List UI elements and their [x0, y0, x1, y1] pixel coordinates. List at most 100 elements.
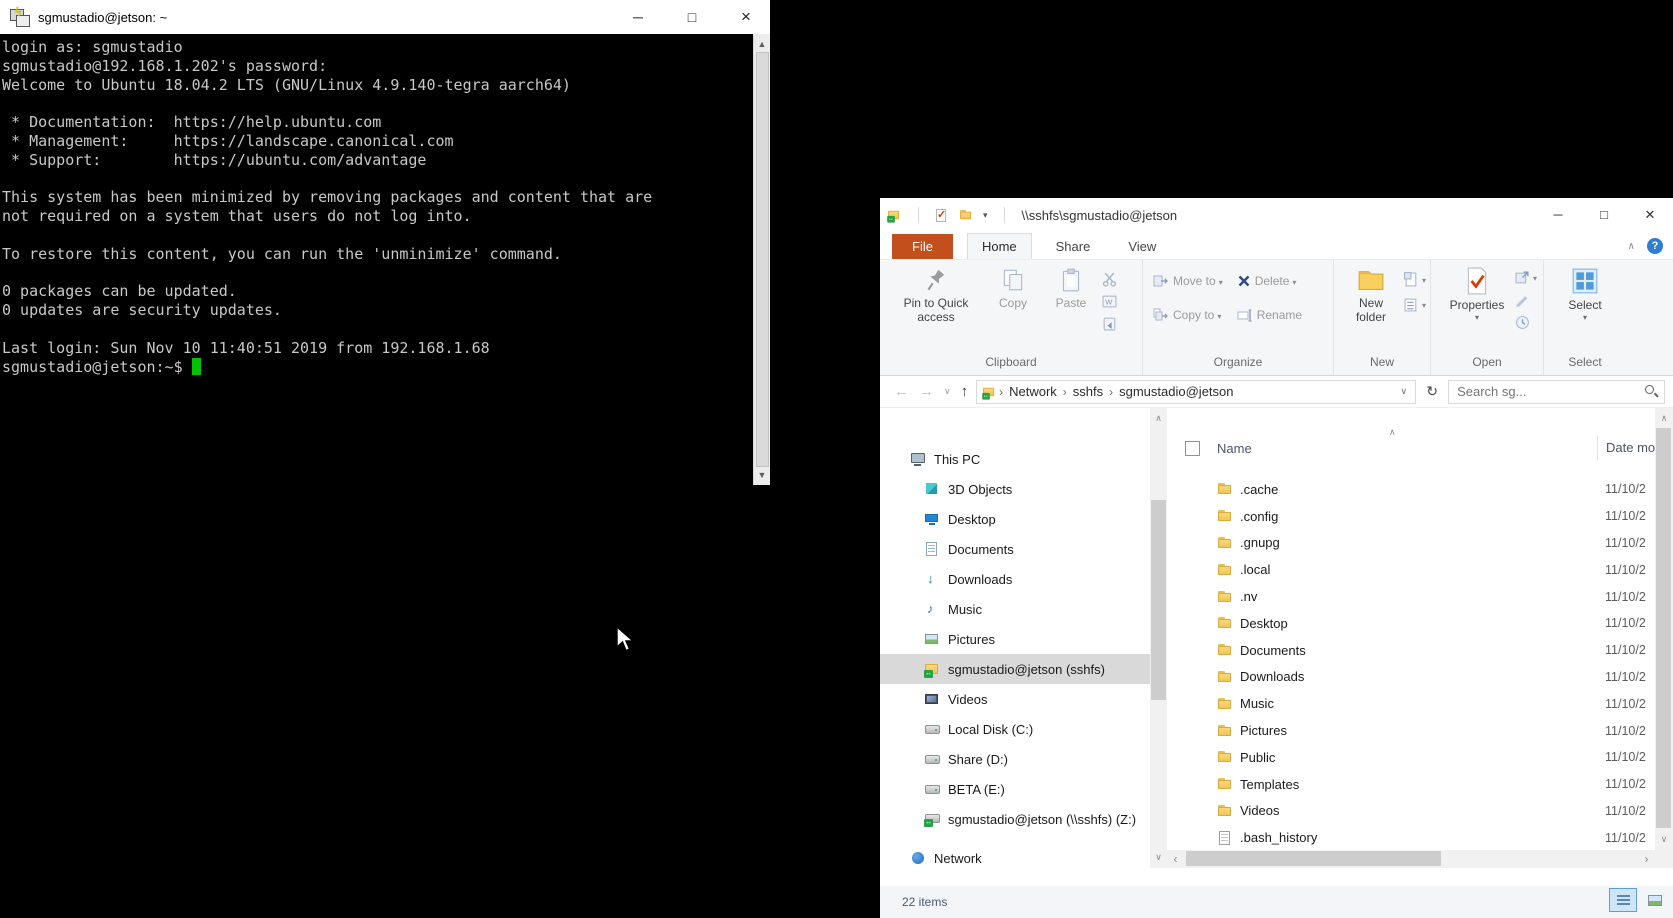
- file-row[interactable]: .nv 11/10/2: [1167, 583, 1655, 610]
- breadcrumb-segment[interactable]: Network: [997, 383, 1061, 401]
- breadcrumb-item[interactable]: sshfs: [1069, 384, 1107, 399]
- file-row[interactable]: Public 11/10/2: [1167, 744, 1655, 771]
- sidebar-item[interactable]: Local Disk (C:): [880, 714, 1150, 744]
- file-row[interactable]: Videos 11/10/2: [1167, 798, 1655, 825]
- horizontal-scrollbar[interactable]: ‹ ›: [1167, 850, 1655, 868]
- file-list-scrollbar[interactable]: ∧ ∨: [1655, 408, 1673, 868]
- scroll-up-icon[interactable]: ∧: [1655, 410, 1673, 427]
- cut-icon[interactable]: [1102, 272, 1117, 287]
- sidebar-item[interactable]: Music: [880, 594, 1150, 624]
- sidebar-scrollbar[interactable]: ∧ ∨: [1150, 408, 1167, 868]
- close-button[interactable]: ×: [736, 0, 756, 34]
- select-dropdown-icon[interactable]: ▾: [1583, 313, 1587, 322]
- edit-icon[interactable]: [1515, 293, 1530, 308]
- sidebar-item[interactable]: sgmustadio@jetson (sshfs): [880, 654, 1150, 684]
- sidebar-item[interactable]: Videos: [880, 684, 1150, 714]
- address-dropdown-icon[interactable]: ∨: [1397, 386, 1412, 397]
- scroll-up-icon[interactable]: ▲: [754, 36, 770, 52]
- sidebar-item[interactable]: Network: [880, 843, 1150, 868]
- address-bar[interactable]: Network sshfs sgmustadio@jetson ∨: [976, 380, 1416, 404]
- minimize-button[interactable]: ─: [628, 0, 648, 34]
- tab-file[interactable]: File: [892, 234, 953, 259]
- thumbnails-view-button[interactable]: [1641, 888, 1669, 912]
- recent-locations-icon[interactable]: ∨: [944, 386, 951, 397]
- sidebar-item[interactable]: sgmustadio@jetson (\\sshfs) (Z:): [880, 804, 1150, 834]
- scroll-right-icon[interactable]: ›: [1638, 852, 1655, 866]
- breadcrumb-item[interactable]: Network: [1005, 384, 1061, 399]
- collapse-ribbon-icon[interactable]: ∧: [1628, 241, 1635, 252]
- details-view-button[interactable]: [1609, 888, 1637, 912]
- file-row[interactable]: .local 11/10/2: [1167, 556, 1655, 583]
- sort-ascending-icon[interactable]: ∧: [1389, 427, 1396, 438]
- terminal-scrollbar[interactable]: ▲ ▼: [753, 34, 770, 485]
- breadcrumb-item[interactable]: sgmustadio@jetson: [1115, 384, 1237, 399]
- copy-button[interactable]: Copy: [984, 264, 1042, 313]
- copy-path-icon[interactable]: W: [1102, 294, 1117, 309]
- sidebar-item[interactable]: This PC: [880, 444, 1150, 474]
- sidebar-item[interactable]: Share (D:): [880, 744, 1150, 774]
- help-icon[interactable]: ?: [1647, 238, 1663, 254]
- breadcrumb-segment[interactable]: sgmustadio@jetson: [1107, 383, 1237, 401]
- putty-titlebar[interactable]: ϟ sgmustadio@jetson: ~ ─ □ ×: [0, 0, 770, 34]
- column-header-name[interactable]: Name: [1217, 441, 1252, 456]
- new-folder-button[interactable]: New folder: [1340, 264, 1402, 327]
- file-row[interactable]: Music 11/10/2: [1167, 690, 1655, 717]
- sidebar-item[interactable]: BETA (E:): [880, 774, 1150, 804]
- tab-share[interactable]: Share: [1042, 234, 1105, 259]
- qat-properties-icon[interactable]: [935, 208, 949, 223]
- open-button[interactable]: [1515, 268, 1537, 286]
- scroll-down-icon[interactable]: ∨: [1150, 849, 1167, 866]
- file-row[interactable]: .cache 11/10/2: [1167, 476, 1655, 503]
- search-input[interactable]: [1455, 383, 1645, 400]
- search-box[interactable]: [1448, 380, 1665, 404]
- file-row[interactable]: Documents 11/10/2: [1167, 637, 1655, 664]
- tab-home[interactable]: Home: [967, 233, 1032, 259]
- paste-shortcut-icon[interactable]: [1102, 316, 1117, 331]
- easy-access-button[interactable]: [1404, 295, 1426, 313]
- close-button[interactable]: ✕: [1627, 198, 1673, 232]
- qat-new-folder-icon[interactable]: [959, 208, 973, 222]
- select-all-checkbox[interactable]: [1185, 441, 1200, 456]
- file-row[interactable]: .gnupg 11/10/2: [1167, 530, 1655, 557]
- maximize-button[interactable]: □: [1581, 198, 1627, 232]
- refresh-icon[interactable]: ↻: [1419, 383, 1445, 400]
- sidebar-item[interactable]: 3D Objects: [880, 474, 1150, 504]
- sidebar-item[interactable]: Documents: [880, 534, 1150, 564]
- back-icon[interactable]: ←: [894, 383, 909, 400]
- maximize-button[interactable]: □: [682, 0, 702, 34]
- terminal-output[interactable]: login as: sgmustadio sgmustadio@192.168.…: [0, 34, 753, 485]
- file-row[interactable]: Templates 11/10/2: [1167, 771, 1655, 798]
- scroll-left-icon[interactable]: ‹: [1167, 852, 1184, 866]
- move-to-button[interactable]: Move to: [1153, 270, 1223, 292]
- properties-button[interactable]: Properties ▾: [1441, 264, 1513, 325]
- forward-icon[interactable]: →: [919, 383, 934, 400]
- rename-button[interactable]: Rename: [1237, 304, 1302, 326]
- file-row[interactable]: .config 11/10/2: [1167, 503, 1655, 530]
- file-row[interactable]: Desktop 11/10/2: [1167, 610, 1655, 637]
- scroll-down-icon[interactable]: ▼: [754, 467, 770, 483]
- delete-button[interactable]: Delete: [1237, 270, 1302, 292]
- sidebar-item[interactable]: Desktop: [880, 504, 1150, 534]
- scrollbar-thumb[interactable]: [1186, 851, 1441, 866]
- pin-to-quick-access-button[interactable]: Pin to Quick access: [888, 264, 984, 327]
- search-icon[interactable]: [1645, 385, 1658, 398]
- history-icon[interactable]: [1515, 315, 1530, 330]
- tab-view[interactable]: View: [1114, 234, 1170, 259]
- scrollbar-thumb[interactable]: [756, 52, 769, 467]
- paste-button[interactable]: Paste: [1042, 264, 1100, 313]
- breadcrumb-segment[interactable]: sshfs: [1061, 383, 1107, 401]
- scroll-up-icon[interactable]: ∧: [1150, 410, 1167, 427]
- up-icon[interactable]: ↑: [961, 383, 969, 400]
- qat-customize-icon[interactable]: ▾: [983, 210, 988, 221]
- sidebar-item[interactable]: Downloads: [880, 564, 1150, 594]
- scrollbar-thumb[interactable]: [1656, 428, 1671, 828]
- new-item-button[interactable]: [1404, 270, 1426, 288]
- file-row[interactable]: .bash_history 11/10/2: [1167, 824, 1655, 851]
- file-row[interactable]: Pictures 11/10/2: [1167, 717, 1655, 744]
- minimize-button[interactable]: ─: [1535, 198, 1581, 232]
- explorer-titlebar[interactable]: ▾ \\sshfs\sgmustadio@jetson ─ □ ✕: [880, 198, 1673, 232]
- select-button[interactable]: Select ▾: [1556, 264, 1614, 325]
- file-row[interactable]: Downloads 11/10/2: [1167, 664, 1655, 691]
- column-header-date-modified[interactable]: Date mo: [1597, 436, 1655, 460]
- copy-to-button[interactable]: Copy to: [1153, 304, 1223, 326]
